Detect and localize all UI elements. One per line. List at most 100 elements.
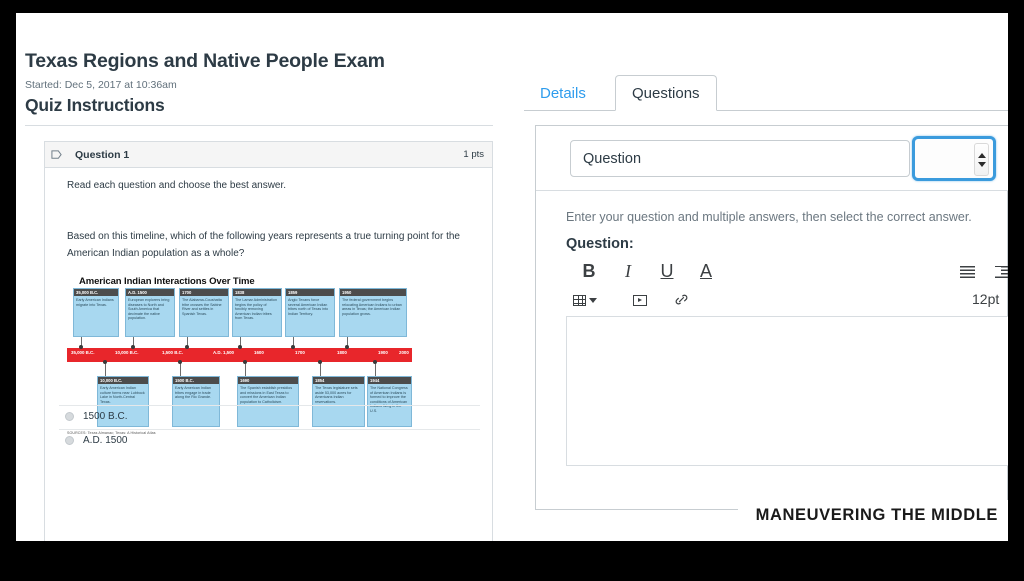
media-icon[interactable] [627,287,653,314]
timeline-dot [178,360,182,364]
quiz-instruction-text: Read each question and choose the best a… [67,180,287,191]
answer-option[interactable]: A.D. 1500 [59,430,480,453]
question-type-select[interactable] [912,136,996,181]
timeline-dot [243,360,247,364]
rich-text-editor-body[interactable] [566,316,1008,466]
triangle-down-icon[interactable] [977,161,986,167]
timeline-event-year: 1700 [180,289,228,296]
timeline-event-year: 1950 [340,289,406,296]
timeline-connector [245,362,246,376]
question-stem: Based on this timeline, which of the fol… [67,231,460,259]
timeline-dot [103,360,107,364]
timeline-connector [180,362,181,376]
timeline-event-text: The Spanish establish presidios and miss… [240,386,293,404]
indent-icon[interactable] [990,258,1008,285]
timeline-axis-label: 2000 [399,350,409,355]
rich-text-toolbar: B I U A 12pt [566,258,1008,312]
timeline-axis-label: 1800 [337,350,347,355]
timeline-event-text: Early American Indian tribes engage in t… [175,386,212,400]
timeline-axis-label: 1,500 B.C. [162,350,183,355]
answer-label: A.D. 1500 [83,435,128,446]
font-size-label[interactable]: 12pt [972,291,999,307]
question-points: 1 pts [463,149,484,160]
toolbar-row-1: B I U A [566,258,1008,285]
answer-option[interactable]: 1500 B.C. [59,406,480,429]
timeline-event-text: The Lamar Administration begins the poli… [235,298,278,321]
timeline-event-box: 35,000 B.C. Early American Indians migrat… [73,288,119,337]
timeline-axis-label: A.D. 1,500 [213,350,234,355]
select-stepper[interactable] [974,143,989,176]
align-icon[interactable] [954,258,980,285]
timeline-connector [375,362,376,376]
timeline-event-year: A.D. 1500 [126,289,174,296]
timeline-dot [131,345,135,349]
timeline-axis-label: 1600 [254,350,264,355]
timeline-event-box: A.D. 1500 European explorers bring diseas… [125,288,175,337]
content-card: Texas Regions and Native People Exam Sta… [16,13,1008,541]
question-field-label: Question: [566,236,634,252]
quiz-instructions-heading: Quiz Instructions [25,95,165,115]
quiz-preview-panel: Texas Regions and Native People Exam Sta… [16,13,516,541]
underline-icon[interactable]: U [654,258,680,285]
link-icon[interactable] [668,287,694,314]
question-block: Question 1 1 pts Read each question and … [44,141,493,541]
timeline-connector [320,362,321,376]
timeline-axis-label: 1900 [378,350,388,355]
watermark: MANEUVERING THE MIDDLE [737,500,1008,531]
screenshot-root: Texas Regions and Native People Exam Sta… [0,0,1024,581]
timeline-event-year: 1838 [233,289,281,296]
quiz-started-timestamp: Started: Dec 5, 2017 at 10:36am [25,79,177,91]
timeline-event-text: European explorers bring diseases to Nor… [128,298,170,321]
tab-questions[interactable]: Questions [615,75,717,111]
timeline-event-year: 1500 B.C. [173,377,219,384]
timeline-event-text: Early American Indians migrate into Texa… [76,298,114,307]
timeline-title: American Indian Interactions Over Time [79,276,255,287]
page-title: Texas Regions and Native People Exam [25,50,385,72]
timeline-dot [318,360,322,364]
question-number-label: Question 1 [75,149,130,161]
tab-bar: Details Questions [516,75,1008,111]
question-name-row: Question [536,126,1008,191]
timeline-axis-label: 1700 [295,350,305,355]
tab-details[interactable]: Details [524,75,602,111]
timeline-event-text: The Texas legislature sets aside 53,000 … [315,386,358,404]
timeline-dot [79,345,83,349]
timeline-event-year: 1690 [238,377,298,384]
timeline-event-year: 1854 [313,377,364,384]
italic-icon[interactable]: I [615,258,641,285]
flag-icon[interactable] [51,148,62,159]
question-name-input[interactable]: Question [570,140,910,177]
timeline-event-box: 1950 The federal government begins reloca… [339,288,407,337]
timeline-event-year: 1944 [368,377,411,384]
radio-button[interactable] [65,412,74,421]
timeline-event-box: 1700 The Alabama-Coushatta tribe crosses … [179,288,229,337]
timeline-event-year: 10,000 B.C. [98,377,148,384]
question-header: Question 1 1 pts [45,142,492,168]
bold-icon[interactable]: B [576,258,602,285]
timeline-event-text: The Alabama-Coushatta tribe crosses the … [182,298,222,316]
quiz-edit-panel: Details Questions Question Enter your qu… [516,13,1008,541]
timeline-dot [345,345,349,349]
timeline-dot [291,345,295,349]
timeline-event-text: Early American Indian culture forms near… [100,386,145,404]
timeline-event-year: 35,000 B.C. [74,289,118,296]
timeline-event-box: 1859 Anglo Texans force several American … [285,288,335,337]
timeline-axis-label: 35,000 B.C. [71,350,95,355]
answer-label: 1500 B.C. [83,411,128,422]
timeline-axis-label: 10,000 B.C. [115,350,139,355]
divider [25,125,493,126]
timeline-connector [105,362,106,376]
edit-help-text: Enter your question and multiple answers… [566,210,972,224]
timeline-dot [185,345,189,349]
table-icon[interactable] [572,287,598,314]
radio-button[interactable] [65,436,74,445]
triangle-up-icon[interactable] [977,152,986,158]
timeline-dot [238,345,242,349]
timeline-event-text: Anglo Texans force several American Indi… [288,298,329,316]
toolbar-row-2: 12pt [566,287,1008,314]
timeline-event-box: 1838 The Lamar Administration begins the … [232,288,282,337]
timeline-event-text: The federal government begins relocating… [342,298,402,316]
timeline-dot [373,360,377,364]
question-edit-card: Question Enter your question and multipl… [535,125,1008,510]
text-color-icon[interactable]: A [693,258,719,285]
